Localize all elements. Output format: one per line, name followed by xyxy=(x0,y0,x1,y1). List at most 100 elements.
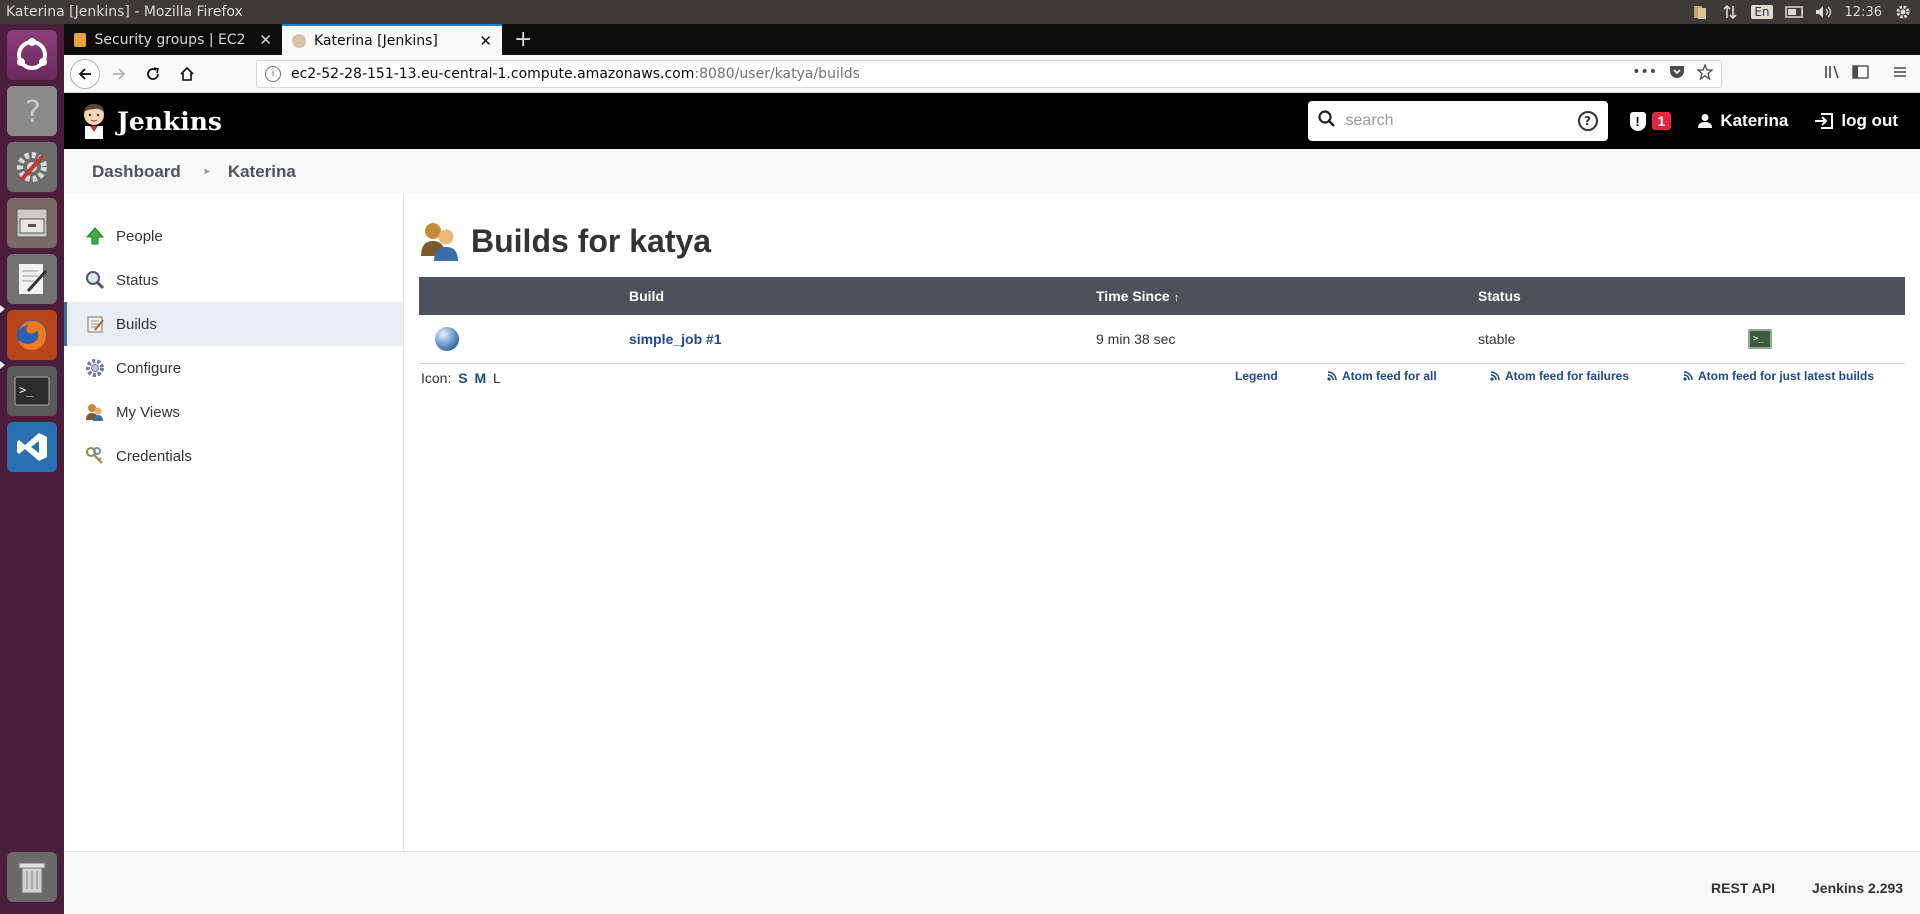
legend-link[interactable]: Legend xyxy=(1235,369,1278,383)
breadcrumb-user[interactable]: Katerina xyxy=(228,162,296,182)
page-actions-icon[interactable]: ••• xyxy=(1632,64,1657,84)
table-row: simple_job #1 9 min 38 sec stable >_ xyxy=(419,315,1905,364)
sidebar-item-configure[interactable]: Configure xyxy=(64,346,403,390)
tab-security-groups[interactable]: Security groups | EC2 Ma ✕ xyxy=(64,24,282,55)
bookmark-star-icon[interactable] xyxy=(1696,62,1714,84)
sidebar-item-my-views[interactable]: My Views xyxy=(64,390,403,434)
home-button[interactable] xyxy=(172,59,202,89)
forward-button[interactable] xyxy=(104,59,134,89)
system-settings-icon[interactable] xyxy=(7,142,57,192)
sidebar-toggle-icon[interactable] xyxy=(1852,64,1870,84)
url-bar[interactable]: i ec2-52-28-151-13.eu-central-1.compute.… xyxy=(256,59,1722,88)
new-tab-button[interactable]: + xyxy=(502,24,544,55)
time-since-cell: 9 min 38 sec xyxy=(1096,315,1478,364)
firefox-icon[interactable] xyxy=(7,310,57,360)
jenkins-header: Jenkins ? ! 1 Katerina xyxy=(64,93,1920,149)
console-column-header xyxy=(1748,277,1905,315)
user-name: Katerina xyxy=(1720,111,1789,130)
sidebar-item-people[interactable]: People xyxy=(64,214,403,258)
logout-label: log out xyxy=(1841,111,1898,130)
status-column-header[interactable]: Status xyxy=(1478,277,1748,315)
blue-ball-status-icon xyxy=(435,326,459,351)
icon-size-small-link[interactable]: S xyxy=(458,370,467,386)
clock[interactable]: 12:36 xyxy=(1845,5,1882,20)
sidebar-item-label: Configure xyxy=(116,359,182,377)
tab-title: Katerina [Jenkins] xyxy=(314,32,438,49)
breadcrumb-separator-icon[interactable]: ▸ xyxy=(205,166,210,177)
page-title: Builds for katya xyxy=(471,222,712,259)
site-info-icon[interactable]: i xyxy=(265,65,281,82)
gear-icon xyxy=(84,357,106,379)
home-icon xyxy=(180,66,194,81)
url-path: :8080/user/katya/builds xyxy=(694,65,860,82)
system-tray: En 12:36 xyxy=(1691,4,1920,20)
menu-hamburger-icon[interactable] xyxy=(1892,64,1908,84)
sidebar-item-builds[interactable]: Builds xyxy=(64,302,403,346)
people-icon xyxy=(419,220,461,262)
alert-count-badge: 1 xyxy=(1651,112,1672,130)
volume-icon[interactable] xyxy=(1815,4,1833,20)
keyboard-layout-indicator[interactable]: En xyxy=(1751,5,1773,19)
battery-icon[interactable] xyxy=(1784,4,1803,20)
build-column-header[interactable]: Build xyxy=(629,277,1096,315)
window-title: Katerina [Jenkins] - Mozilla Firefox xyxy=(6,4,243,20)
icon-size-large-current: L xyxy=(493,369,501,386)
keys-icon xyxy=(84,445,106,467)
table-header-row: Build Time Since ↑ Status xyxy=(419,277,1905,315)
sort-arrow-icon: ↑ xyxy=(1173,292,1180,304)
up-arrow-icon xyxy=(84,225,106,247)
sidebar-item-label: Credentials xyxy=(116,447,192,465)
security-alerts[interactable]: ! 1 xyxy=(1629,111,1672,131)
close-tab-icon[interactable]: ✕ xyxy=(259,31,272,49)
time-since-column-header[interactable]: Time Since ↑ xyxy=(1096,277,1478,315)
jenkins-version-link[interactable]: Jenkins 2.293 xyxy=(1812,880,1903,896)
breadcrumb-dashboard[interactable]: Dashboard xyxy=(92,162,181,182)
svg-text:>_: >_ xyxy=(19,383,34,397)
icon-size-label: Icon: xyxy=(421,369,452,386)
network-icon[interactable] xyxy=(1721,4,1739,20)
logout-icon xyxy=(1815,113,1834,129)
console-output-icon[interactable]: >_ xyxy=(1748,328,1772,349)
trash-icon[interactable] xyxy=(7,852,57,902)
sidebar-item-status[interactable]: Status xyxy=(64,258,403,302)
sidebar-item-label: People xyxy=(116,227,163,245)
ubuntu-dash-icon[interactable] xyxy=(7,30,57,80)
search-help-icon[interactable]: ? xyxy=(1577,111,1598,131)
jenkins-page: Jenkins ? ! 1 Katerina xyxy=(64,93,1920,914)
rss-feed-icon xyxy=(1327,371,1337,381)
back-button[interactable] xyxy=(70,58,100,89)
sidebar-item-credentials[interactable]: Credentials xyxy=(64,434,403,478)
terminal-icon[interactable]: >_ xyxy=(7,366,57,416)
atom-feed-all-link[interactable]: Atom feed for all xyxy=(1327,369,1437,383)
user-link[interactable]: Katerina xyxy=(1697,111,1788,131)
logout-link[interactable]: log out xyxy=(1814,111,1898,131)
build-link[interactable]: simple_job #1 xyxy=(629,331,722,347)
rest-api-link[interactable]: REST API xyxy=(1711,880,1775,896)
atom-feed-latest-link[interactable]: Atom feed for just latest builds xyxy=(1683,369,1874,383)
back-arrow-icon xyxy=(78,67,91,80)
file-cabinet-icon[interactable] xyxy=(7,198,57,248)
close-tab-icon[interactable]: ✕ xyxy=(479,32,492,50)
library-icon[interactable] xyxy=(1824,64,1842,84)
icon-size-medium-link[interactable]: M xyxy=(474,370,486,386)
help-icon[interactable]: ? xyxy=(7,86,57,136)
jenkins-logo[interactable]: Jenkins xyxy=(64,102,222,140)
pocket-icon[interactable] xyxy=(1669,64,1685,84)
user-icon xyxy=(1698,114,1713,128)
tab-strip: Security groups | EC2 Ma ✕ Katerina [Jen… xyxy=(64,24,1920,55)
tab-katerina-jenkins[interactable]: Katerina [Jenkins] ✕ xyxy=(282,24,502,55)
search-input[interactable] xyxy=(1345,112,1568,130)
vscode-icon[interactable] xyxy=(7,422,57,472)
files-icon[interactable] xyxy=(1691,4,1709,20)
navigation-toolbar: i ec2-52-28-151-13.eu-central-1.compute.… xyxy=(64,55,1920,93)
status-cell: stable xyxy=(1478,315,1748,364)
sidebar-item-label: Status xyxy=(116,271,159,289)
status-icon-column-header[interactable] xyxy=(419,277,629,315)
atom-feed-failures-link[interactable]: Atom feed for failures xyxy=(1490,369,1629,383)
text-editor-icon[interactable] xyxy=(7,254,57,304)
settings-gear-icon[interactable] xyxy=(1894,4,1912,20)
shield-alert-icon: ! xyxy=(1629,111,1646,131)
reload-button[interactable] xyxy=(138,59,168,89)
sidebar-item-label: Builds xyxy=(116,315,157,333)
aws-box-icon xyxy=(74,32,87,47)
